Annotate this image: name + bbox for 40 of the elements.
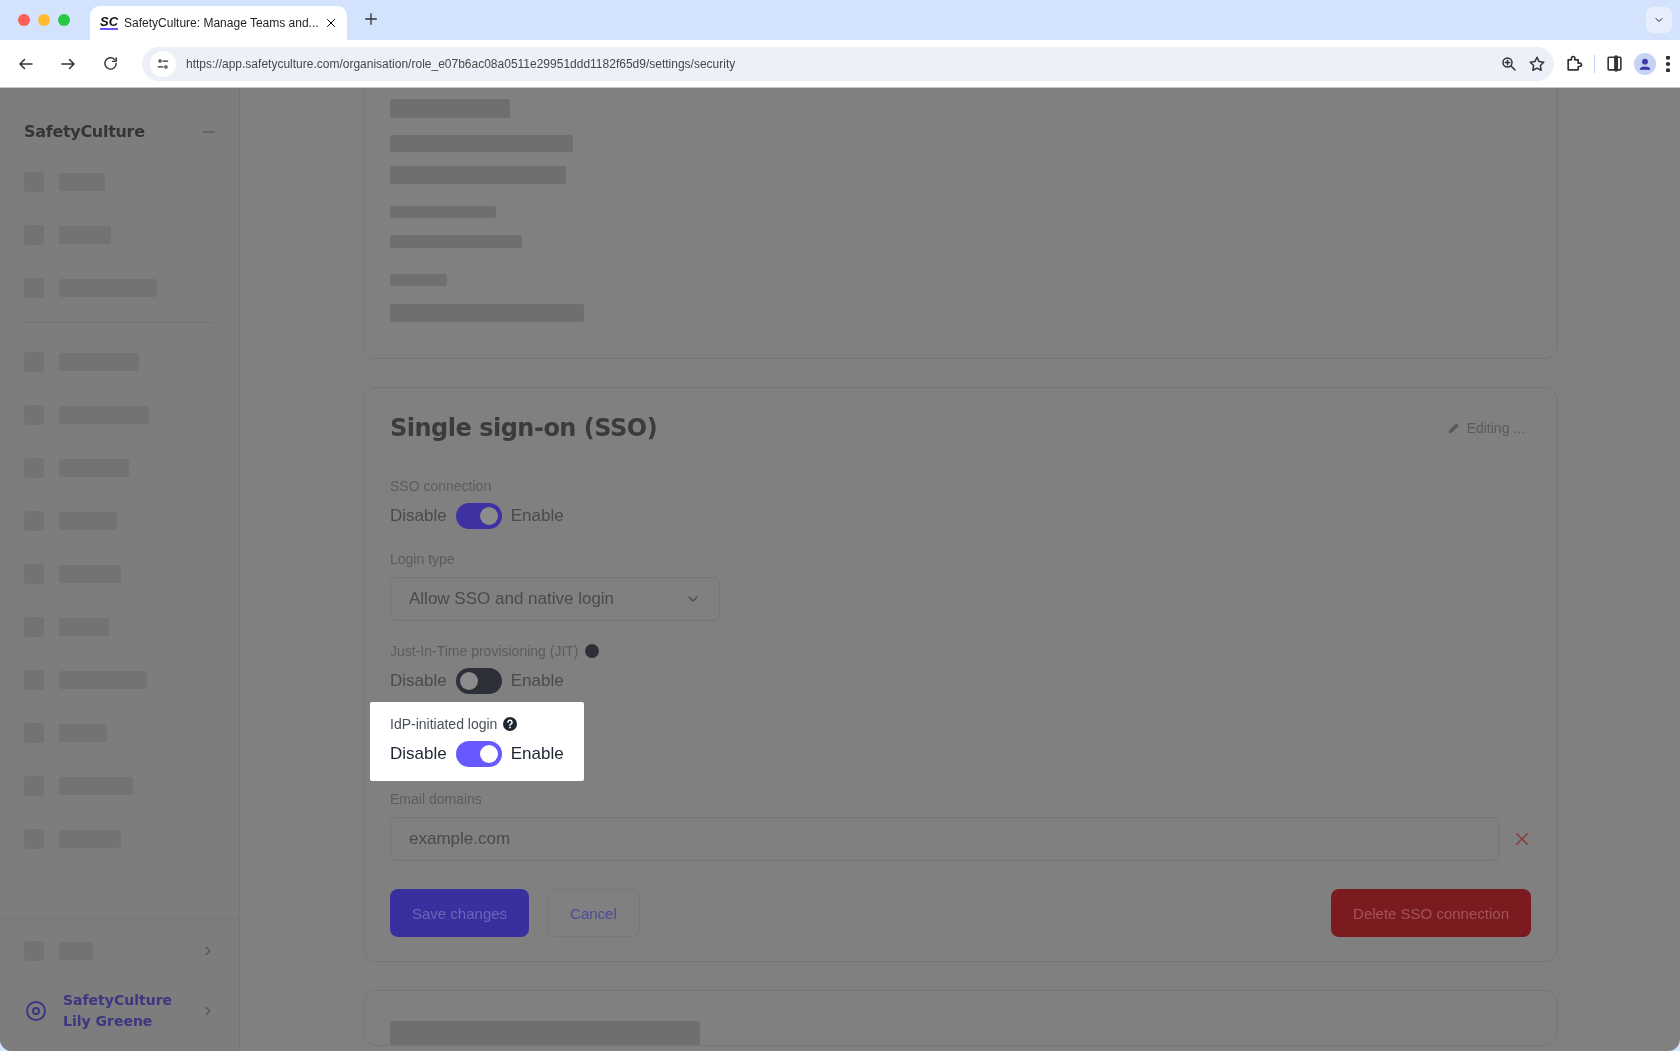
toggle-switch[interactable] [455,503,502,529]
close-window-control[interactable] [18,14,30,26]
toggle-switch[interactable] [455,741,502,767]
menu-icon[interactable] [1666,55,1670,72]
brand-name: SafetyCulture [24,122,145,141]
remove-icon[interactable] [1513,830,1531,848]
browser-tab[interactable]: SC SafetyCulture: Manage Teams and... [90,6,347,40]
extensions-icon[interactable] [1564,53,1584,74]
tab-title: SafetyCulture: Manage Teams and... [124,16,319,30]
kebab-icon [1666,55,1670,72]
url-text: https://app.safetyculture.com/organisation/role_e07b6ac08a0511e29951ddd1182f65d9/settings/security [186,56,737,71]
site-settings-icon[interactable] [150,50,176,77]
sliders-icon [156,56,170,71]
toggle-switch[interactable] [455,668,502,694]
maximize-window-control[interactable] [58,14,70,26]
section-title: Single sign-on (SSO) [390,414,658,442]
delete-button[interactable]: Delete SSO connection [1331,889,1531,937]
plus-icon [362,10,379,27]
account-switcher[interactable]: SafetyCulture Lily Greene [63,990,173,1032]
help-icon[interactable] [503,717,518,731]
info-icon[interactable] [584,644,599,658]
panel-icon [1605,54,1624,73]
magnifier-plus-icon [1500,54,1518,73]
star-icon [1528,54,1546,73]
pencil-icon [1446,421,1461,435]
zoom-icon[interactable] [1500,54,1518,73]
toggle-on-label: Enable [510,744,564,764]
side-panel-icon[interactable] [1605,54,1624,73]
bookmark-star-icon[interactable] [1528,54,1546,73]
close-icon [324,16,337,29]
address-bar[interactable]: https://app.safetyculture.com/organisation/role_e07b6ac08a0511e29951ddd1182f65d9/settings/security [142,46,1554,81]
puzzle-piece-icon [1564,53,1584,74]
person-icon [1638,56,1652,71]
tab-list-button[interactable] [1646,7,1672,33]
toggle-off-label: Disable [390,744,447,764]
minimize-window-control[interactable] [38,14,50,26]
profile-avatar[interactable] [1634,52,1656,75]
site-logo: SC [100,16,119,30]
field-label: IdP-initiated login [390,716,498,732]
reload-icon [101,55,119,72]
